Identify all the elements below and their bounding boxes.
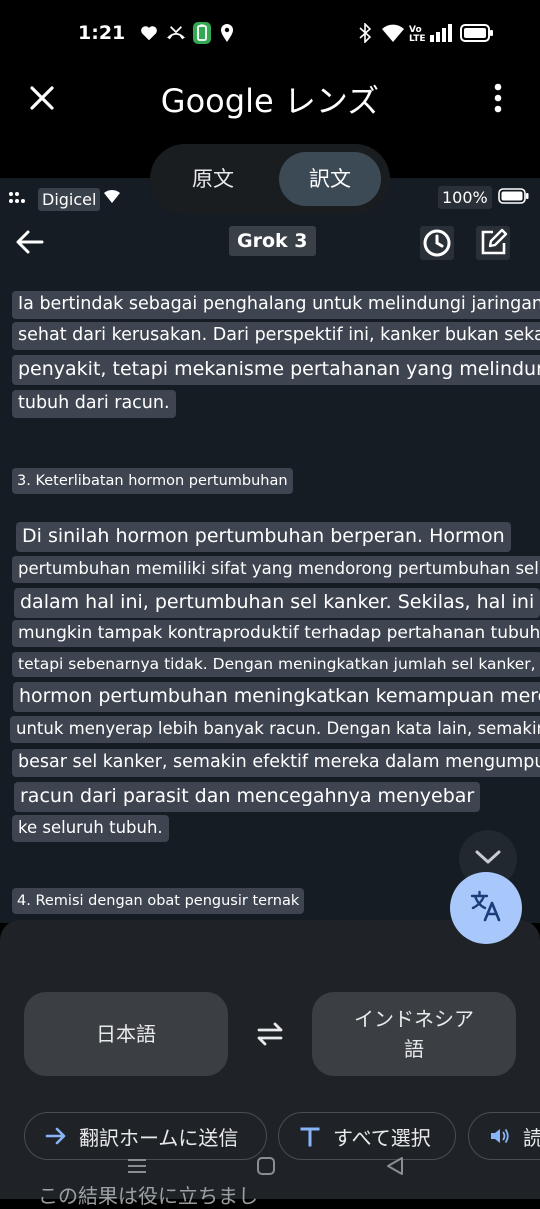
text-line: tubuh dari racun. — [12, 390, 176, 418]
more-vert-icon[interactable] — [484, 80, 512, 116]
inner-back-arrow-icon — [14, 228, 44, 260]
text-line: besar sel kanker, semakin efektif mereka… — [12, 749, 540, 777]
location-icon — [218, 20, 236, 46]
battery-saver-icon — [191, 20, 213, 46]
text-line: hormon pertumbuhan meningkatkan kemampua… — [13, 682, 540, 712]
inner-battery-icon — [498, 188, 530, 208]
text-line: untuk menyerap lebih banyak racun. Denga… — [10, 716, 540, 743]
view-toggle: 原文 訳文 — [150, 144, 390, 214]
swap-icon[interactable] — [250, 1016, 290, 1052]
status-bar: 1:21 Vo LTE — [0, 0, 540, 70]
back-icon[interactable] — [385, 1156, 405, 1180]
inner-wifi-icon — [103, 188, 121, 208]
status-time: 1:21 — [78, 22, 126, 44]
text-line: penyakit, tetapi mekanisme pertahanan ya… — [12, 355, 540, 385]
wifi-icon — [380, 20, 406, 46]
section-heading: 4. Remisi dengan obat pengusir ternak — [12, 888, 305, 915]
app-title: Google レンズ — [160, 82, 380, 120]
text-line: dalam hal ini, pertumbuhan sel kanker. S… — [14, 588, 540, 618]
text-line: Di sinilah hormon pertumbuhan berperan. … — [16, 522, 511, 552]
text-line: Ia bertindak sebagai penghalang untuk me… — [12, 291, 540, 319]
menu-icon[interactable] — [126, 1156, 148, 1180]
target-language-button[interactable]: インドネシア語 — [312, 992, 516, 1076]
text-line: ke seluruh tubuh. — [12, 815, 169, 842]
translate-icon — [469, 889, 503, 927]
signal-icon — [428, 20, 454, 46]
source-language-button[interactable]: 日本語 — [24, 992, 228, 1076]
inner-title: Grok 3 — [229, 226, 316, 256]
battery-icon — [459, 20, 495, 46]
translate-fab[interactable] — [450, 872, 522, 944]
chevron-down-icon — [474, 848, 502, 870]
text-line: mungkin tampak kontraproduktif terhadap … — [12, 620, 540, 648]
text-line: tetapi sebenarnya tidak. Dengan meningka… — [12, 652, 540, 678]
volte-label: Vo LTE — [409, 25, 426, 44]
inner-grid-icon — [8, 190, 26, 210]
home-icon[interactable] — [256, 1156, 276, 1180]
text-line: sehat dari kerusakan. Dari perspektif in… — [12, 322, 540, 350]
feedback-prompt: この結果は役に立ちまし — [38, 1184, 258, 1208]
bluetooth-icon — [356, 20, 374, 46]
inner-carrier: Digicel — [38, 188, 101, 211]
translated-image: Digicel 100% Grok 3 Ia bertindak sebagai… — [0, 178, 540, 923]
text-line: racun dari parasit dan mencegahnya menye… — [14, 782, 481, 812]
inner-compose-icon — [476, 226, 510, 264]
text-line: pertumbuhan memiliki sifat yang mendoron… — [12, 556, 540, 583]
heart-icon — [138, 20, 160, 46]
inner-history-icon — [420, 226, 454, 264]
tab-translated[interactable]: 訳文 — [279, 152, 381, 206]
missed-call-icon — [164, 20, 188, 46]
section-heading: 3. Keterlibatan hormon pertumbuhan — [12, 468, 293, 495]
tab-original[interactable]: 原文 — [162, 152, 264, 206]
inner-battery-percent: 100% — [438, 186, 492, 209]
